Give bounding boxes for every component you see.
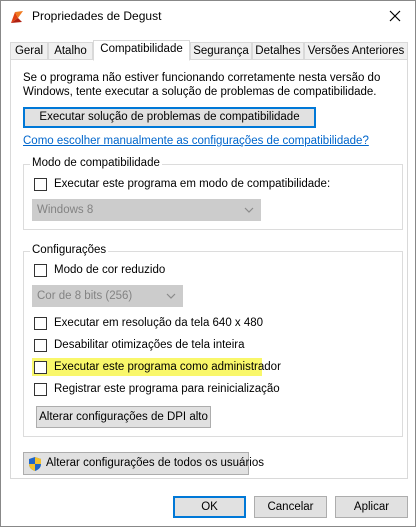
res-640-checkbox[interactable] xyxy=(34,317,47,330)
res-640-row[interactable]: Executar em resolução da tela 640 x 480 xyxy=(34,316,294,332)
shield-icon xyxy=(29,457,41,471)
settings-legend: Configurações xyxy=(30,244,109,256)
tab-seguranca[interactable]: Segurança xyxy=(190,42,252,60)
all-users-label: Alterar configurações de todos os usuári… xyxy=(46,457,264,469)
res-640-label: Executar em resolução da tela 640 x 480 xyxy=(54,317,264,329)
reduced-color-label: Modo de cor reduzido xyxy=(54,264,166,276)
tab-versoes-anteriores[interactable]: Versões Anteriores xyxy=(304,42,408,60)
compat-mode-row[interactable]: Executar este programa em modo de compat… xyxy=(34,177,354,193)
run-as-admin-row[interactable]: Executar este programa como administrado… xyxy=(34,360,294,376)
chevron-down-icon xyxy=(166,293,176,299)
disable-fullscreen-row[interactable]: Desabilitar otimizações de tela inteira xyxy=(34,338,294,354)
compat-os-select: Windows 8 xyxy=(32,199,261,221)
app-icon xyxy=(11,11,23,23)
cancel-button[interactable]: Cancelar xyxy=(254,496,327,518)
color-depth-select: Cor de 8 bits (256) xyxy=(32,285,183,307)
tab-geral[interactable]: Geral xyxy=(10,42,48,60)
reduced-color-row[interactable]: Modo de cor reduzido xyxy=(34,263,234,279)
disable-fullscreen-checkbox[interactable] xyxy=(34,339,47,352)
window-title: Propriedades de Degust xyxy=(32,9,162,23)
run-as-admin-label: Executar este programa como administrado… xyxy=(54,361,281,373)
compat-mode-checkbox[interactable] xyxy=(34,178,47,191)
all-users-button[interactable]: Alterar configurações de todos os usuári… xyxy=(23,452,264,475)
register-restart-checkbox[interactable] xyxy=(34,383,47,396)
intro-text: Se o programa não estiver funcionando co… xyxy=(23,72,381,98)
compat-mode-legend: Modo de compatibilidade xyxy=(30,157,162,169)
register-restart-label: Registrar este programa para reinicializ… xyxy=(54,383,280,395)
compat-mode-label: Executar este programa em modo de compat… xyxy=(54,178,331,190)
compat-os-select-value: Windows 8 xyxy=(37,204,94,216)
properties-dialog: Propriedades de Degust Geral Atalho Comp… xyxy=(0,0,416,527)
ok-button[interactable]: OK xyxy=(173,496,246,518)
title-bar[interactable]: Propriedades de Degust xyxy=(1,1,415,32)
tab-atalho[interactable]: Atalho xyxy=(48,42,93,60)
tab-detalhes[interactable]: Detalhes xyxy=(252,42,304,60)
register-restart-row[interactable]: Registrar este programa para reinicializ… xyxy=(34,382,294,398)
close-icon[interactable] xyxy=(383,5,407,27)
reduced-color-checkbox[interactable] xyxy=(34,264,47,277)
high-dpi-button[interactable]: Alterar configurações de DPI alto xyxy=(36,406,211,428)
tab-strip: Geral Atalho Compatibilidade Segurança D… xyxy=(10,40,410,61)
apply-button[interactable]: Aplicar xyxy=(335,496,408,518)
tab-compatibilidade[interactable]: Compatibilidade xyxy=(93,40,190,61)
manual-settings-link[interactable]: Como escolher manualmente as configuraçõ… xyxy=(23,135,369,147)
disable-fullscreen-label: Desabilitar otimizações de tela inteira xyxy=(54,339,245,351)
chevron-down-icon xyxy=(244,207,254,213)
troubleshoot-button[interactable]: Executar solução de problemas de compati… xyxy=(23,107,316,128)
run-as-admin-checkbox[interactable] xyxy=(34,361,47,374)
color-depth-select-value: Cor de 8 bits (256) xyxy=(37,290,133,302)
